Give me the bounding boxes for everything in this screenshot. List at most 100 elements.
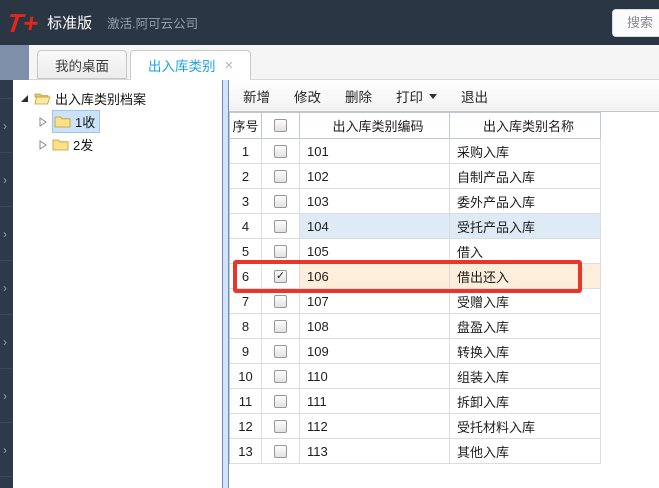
header-code[interactable]: 出入库类别编码 <box>300 113 450 139</box>
row-checkbox-cell[interactable] <box>262 214 300 239</box>
row-checkbox[interactable] <box>274 195 287 208</box>
table-row[interactable]: 3103委外产品入库 <box>230 189 601 214</box>
row-checkbox-cell[interactable]: ✓ <box>262 264 300 289</box>
row-name[interactable]: 委外产品入库 <box>450 189 601 214</box>
tab-my-desktop[interactable]: 我的桌面 <box>37 50 127 79</box>
row-checkbox-cell[interactable] <box>262 164 300 189</box>
table-row[interactable]: 5105借入 <box>230 239 601 264</box>
sidebar-section[interactable]: › <box>0 369 13 423</box>
tree-node-issue[interactable]: 2发 <box>13 133 222 156</box>
row-name[interactable]: 采购入库 <box>450 139 601 164</box>
table-row[interactable]: 13113其他入库 <box>230 439 601 464</box>
row-checkbox-cell[interactable] <box>262 289 300 314</box>
sidebar-section[interactable]: › <box>0 99 13 153</box>
row-code[interactable]: 104 <box>300 214 450 239</box>
row-checkbox-cell[interactable] <box>262 389 300 414</box>
header-select-all-cell[interactable] <box>262 113 300 139</box>
row-code[interactable]: 110 <box>300 364 450 389</box>
tree-node-selected-highlight[interactable]: 1收 <box>52 110 100 133</box>
table-row[interactable]: 1101采购入库 <box>230 139 601 164</box>
row-name[interactable]: 受托材料入库 <box>450 414 601 439</box>
row-code[interactable]: 101 <box>300 139 450 164</box>
row-name[interactable]: 借入 <box>450 239 601 264</box>
row-checkbox[interactable] <box>274 170 287 183</box>
row-code[interactable]: 112 <box>300 414 450 439</box>
table-row[interactable]: 6✓106借出还入 <box>230 264 601 289</box>
tree-root-node[interactable]: 出入库类别档案 <box>13 87 222 110</box>
sidebar-section[interactable]: › <box>0 153 13 207</box>
row-checkbox-cell[interactable] <box>262 314 300 339</box>
row-checkbox-cell[interactable] <box>262 364 300 389</box>
row-code[interactable]: 102 <box>300 164 450 189</box>
exit-button[interactable]: 退出 <box>451 82 498 110</box>
row-name[interactable]: 转换入库 <box>450 339 601 364</box>
delete-button[interactable]: 删除 <box>335 82 382 110</box>
row-checkbox[interactable] <box>274 320 287 333</box>
row-code[interactable]: 113 <box>300 439 450 464</box>
sidebar-section[interactable]: › <box>0 207 13 261</box>
row-name[interactable]: 盘盈入库 <box>450 314 601 339</box>
print-button[interactable]: 打印 <box>386 82 447 110</box>
table-row[interactable]: 9109转换入库 <box>230 339 601 364</box>
row-checkbox[interactable] <box>274 245 287 258</box>
collapsed-arrow-icon[interactable] <box>38 140 48 150</box>
sidebar-section[interactable]: › <box>0 315 13 369</box>
row-checkbox-cell[interactable] <box>262 339 300 364</box>
expanded-arrow-icon[interactable] <box>20 94 30 104</box>
select-all-checkbox[interactable] <box>274 119 287 132</box>
row-checkbox[interactable] <box>274 220 287 233</box>
sidebar-top-block[interactable] <box>0 45 29 80</box>
table-row[interactable]: 11111拆卸入库 <box>230 389 601 414</box>
panel-splitter[interactable] <box>222 79 229 488</box>
table-row[interactable]: 10 110组装入库 <box>230 364 601 389</box>
row-code[interactable]: 107 <box>300 289 450 314</box>
row-code[interactable]: 103 <box>300 189 450 214</box>
row-code[interactable]: 106 <box>300 264 450 289</box>
row-checkbox-cell[interactable] <box>262 414 300 439</box>
row-checkbox[interactable] <box>274 145 287 158</box>
header-name[interactable]: 出入库类别名称 <box>450 113 601 139</box>
row-checkbox-cell[interactable] <box>262 139 300 164</box>
row-checkbox[interactable] <box>274 395 287 408</box>
row-code[interactable]: 105 <box>300 239 450 264</box>
row-checkbox[interactable] <box>274 370 287 383</box>
row-code[interactable]: 109 <box>300 339 450 364</box>
table-row[interactable]: 7107受赠入库 <box>230 289 601 314</box>
row-name[interactable]: 借出还入 <box>450 264 601 289</box>
row-name[interactable]: 受赠入库 <box>450 289 601 314</box>
table-row[interactable]: 12112受托材料入库 <box>230 414 601 439</box>
row-name[interactable]: 组装入库 <box>450 364 601 389</box>
edit-button[interactable]: 修改 <box>284 82 331 110</box>
row-checkbox-cell[interactable] <box>262 239 300 264</box>
row-name[interactable]: 其他入库 <box>450 439 601 464</box>
tree-node-receive[interactable]: 1收 <box>13 110 222 133</box>
tree-node-issue-label[interactable]: 2发 <box>73 135 93 154</box>
row-code[interactable]: 108 <box>300 314 450 339</box>
tab-inout-category[interactable]: 出入库类别 × <box>130 50 251 80</box>
sidebar-section[interactable]: › <box>0 423 13 477</box>
tree-node-receive-label[interactable]: 1收 <box>75 112 95 131</box>
row-index: 10 <box>230 364 262 389</box>
table-row[interactable]: 4104受托产品入库 <box>230 214 601 239</box>
row-checkbox[interactable]: ✓ <box>274 270 287 283</box>
row-name[interactable]: 受托产品入库 <box>450 214 601 239</box>
row-index: 8 <box>230 314 262 339</box>
table-row[interactable]: 2102自制产品入库 <box>230 164 601 189</box>
row-name[interactable]: 自制产品入库 <box>450 164 601 189</box>
table-row[interactable]: 8 108盘盈入库 <box>230 314 601 339</box>
row-name[interactable]: 拆卸入库 <box>450 389 601 414</box>
row-checkbox[interactable] <box>274 420 287 433</box>
row-checkbox[interactable] <box>274 345 287 358</box>
row-checkbox-cell[interactable] <box>262 439 300 464</box>
add-button[interactable]: 新增 <box>233 82 280 110</box>
collapsed-nav-sidebar[interactable]: ›››››››› <box>0 45 13 488</box>
sidebar-section[interactable]: › <box>0 261 13 315</box>
row-code[interactable]: 111 <box>300 389 450 414</box>
row-checkbox[interactable] <box>274 295 287 308</box>
tree-root-label[interactable]: 出入库类别档案 <box>55 89 146 108</box>
row-checkbox-cell[interactable] <box>262 189 300 214</box>
tab-close-icon[interactable]: × <box>225 57 234 74</box>
collapsed-arrow-icon[interactable] <box>38 117 48 127</box>
search-button[interactable]: 搜索 <box>612 9 659 37</box>
row-checkbox[interactable] <box>274 445 287 458</box>
